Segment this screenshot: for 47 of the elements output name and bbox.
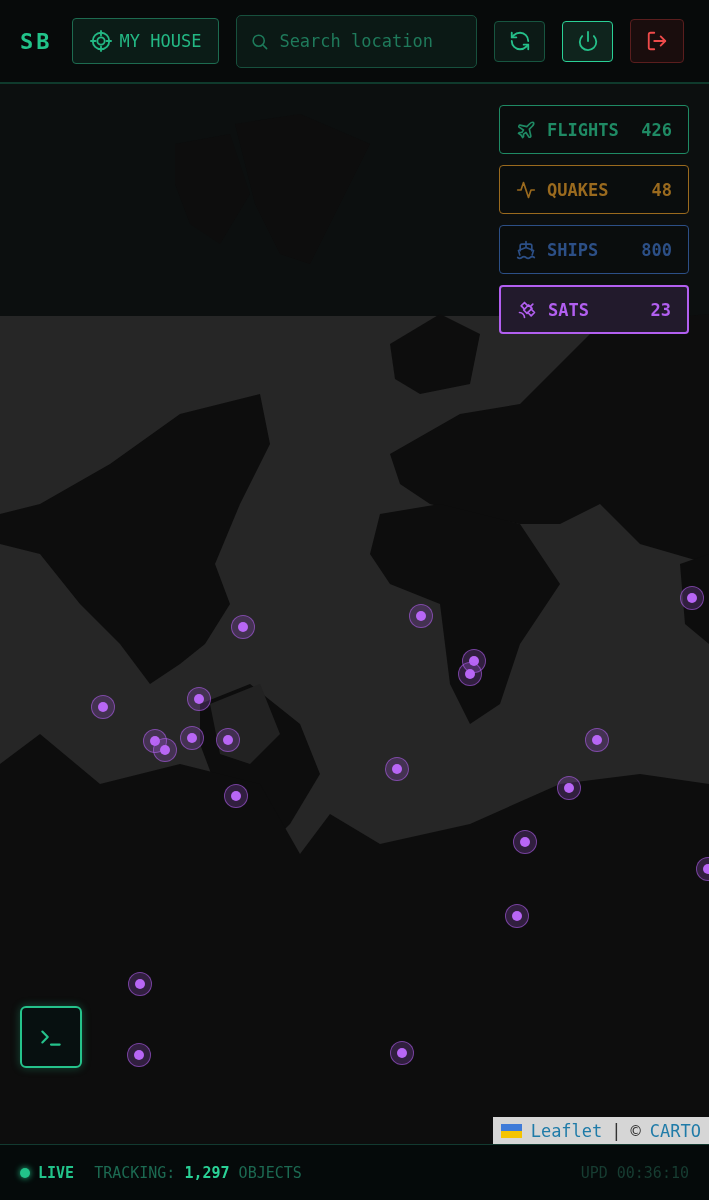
satellite-icon <box>517 299 537 320</box>
layer-toggle[interactable]: FLIGHTS 426 <box>499 105 689 154</box>
satellite-marker[interactable] <box>505 904 529 928</box>
app-logo: SB <box>20 28 53 54</box>
satellite-marker[interactable] <box>180 726 204 750</box>
search-field[interactable]: Search location <box>236 14 478 68</box>
satellite-marker[interactable] <box>128 972 152 996</box>
satellite-marker[interactable] <box>91 695 115 719</box>
logout-icon <box>646 30 669 52</box>
satellite-marker[interactable] <box>127 1043 151 1067</box>
satellite-marker[interactable] <box>513 830 537 854</box>
tracking-count: TRACKING: 1,297 OBJECTS <box>94 1164 302 1182</box>
satellite-marker[interactable] <box>224 784 248 808</box>
pulse-icon <box>516 179 536 200</box>
satellite-marker[interactable] <box>187 687 211 711</box>
ship-icon <box>516 239 536 260</box>
home-button[interactable]: MY HOUSE <box>71 18 220 64</box>
refresh-icon <box>508 30 531 52</box>
crosshair-icon <box>89 30 112 52</box>
logout-button[interactable] <box>630 19 685 63</box>
power-button[interactable] <box>562 20 614 62</box>
satellite-marker[interactable] <box>231 615 255 639</box>
separator: | <box>611 1120 622 1141</box>
live-label: LIVE <box>38 1164 75 1182</box>
satellite-marker[interactable] <box>385 757 409 781</box>
satellite-marker[interactable] <box>216 728 240 752</box>
refresh-button[interactable] <box>494 20 546 62</box>
airplane-icon <box>516 119 536 140</box>
satellite-marker[interactable] <box>680 586 704 610</box>
power-icon <box>576 30 599 52</box>
leaflet-link[interactable]: Leaflet <box>530 1120 603 1141</box>
layer-toggle[interactable]: SATS 23 <box>499 285 689 334</box>
satellite-marker[interactable] <box>458 662 482 686</box>
flag-icon <box>500 1123 522 1138</box>
satellite-marker[interactable] <box>557 776 581 800</box>
layer-toggle[interactable]: QUAKES 48 <box>499 165 689 214</box>
satellite-marker[interactable] <box>153 738 177 762</box>
satellite-marker[interactable] <box>409 604 433 628</box>
terminal-button[interactable] <box>20 1006 82 1068</box>
satellite-marker[interactable] <box>585 728 609 752</box>
layer-toggle[interactable]: SHIPS 800 <box>499 225 689 274</box>
satellite-marker[interactable] <box>390 1041 414 1065</box>
copyright-sign: © <box>630 1120 641 1141</box>
carto-link[interactable]: CARTO <box>649 1120 701 1141</box>
satellite-marker[interactable] <box>143 729 167 753</box>
live-indicator-icon <box>20 1168 30 1178</box>
search-icon <box>250 31 270 51</box>
